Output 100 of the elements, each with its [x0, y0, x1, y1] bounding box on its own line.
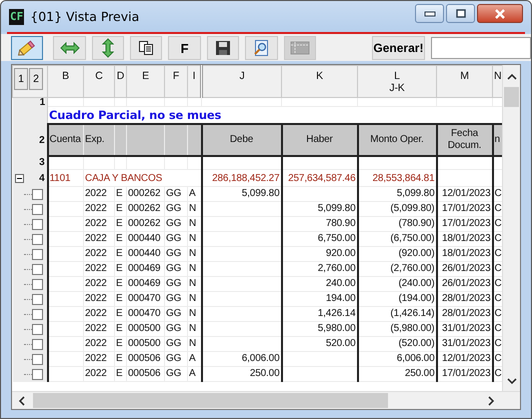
column-header: B: [48, 66, 84, 98]
document-search-icon: [252, 39, 270, 57]
table-cell: 6,750.00: [282, 232, 358, 246]
table-cell: 17/01/2023: [436, 202, 492, 216]
table-cell: 6,006.00: [358, 352, 436, 366]
row-number: 2: [39, 134, 44, 146]
table-cell: N: [188, 216, 202, 232]
table-cell: 2022: [84, 322, 114, 336]
format-button[interactable]: F: [168, 36, 201, 60]
table-cell: 26/01/2023: [436, 262, 492, 276]
table-cell: (920.00): [358, 246, 436, 262]
table-cell: 5,980.00: [282, 322, 358, 336]
table-cell: E: [114, 366, 126, 382]
outline-level-button[interactable]: 2: [29, 68, 43, 90]
row-checkbox[interactable]: [32, 308, 42, 320]
vertical-scrollbar[interactable]: [502, 65, 520, 391]
table-cell: 000262: [126, 216, 164, 232]
table-cell: 28/01/2023: [436, 292, 492, 306]
app-icon: CF: [9, 8, 24, 24]
table-cell: 12/01/2023: [436, 186, 492, 202]
row-checkbox[interactable]: [32, 218, 42, 230]
table-cell: 17/01/2023: [436, 366, 492, 382]
table-cell: 240.00: [282, 276, 358, 292]
table-cell: 000470: [126, 292, 164, 306]
table-cell: 000440: [126, 232, 164, 246]
outline-level-button[interactable]: 1: [14, 68, 28, 90]
table-cell: GG: [164, 352, 188, 366]
table-cell: 000469: [126, 276, 164, 292]
scroll-thumb[interactable]: [504, 87, 519, 107]
row-checkbox[interactable]: [32, 264, 42, 274]
maximize-button[interactable]: [446, 4, 475, 23]
input-field[interactable]: [431, 37, 531, 59]
column-header: M: [436, 66, 492, 98]
table-cell: 5,099.80: [282, 202, 358, 216]
minimize-button[interactable]: [415, 4, 444, 23]
table-cell: (520.00): [358, 336, 436, 352]
table-cell: 26/01/2023: [436, 276, 492, 292]
generate-button[interactable]: Generar!: [372, 36, 425, 60]
table-cell: 000500: [126, 322, 164, 336]
maximize-icon: [456, 9, 466, 18]
column-header: C: [84, 66, 114, 98]
table-cell: (5,980.00): [358, 322, 436, 336]
table-cell: 17/01/2023: [436, 216, 492, 232]
collapse-icon[interactable]: [14, 174, 24, 182]
toolbar-button[interactable]: [206, 36, 240, 60]
table-cell: E: [114, 186, 126, 202]
table-cell: 250.00: [202, 366, 282, 382]
table-cell: 5,099.80: [358, 186, 436, 202]
row-checkbox[interactable]: [32, 338, 42, 350]
row-checkbox[interactable]: [32, 204, 42, 214]
table-cell: 2022: [84, 216, 114, 232]
scroll-thumb[interactable]: [33, 393, 388, 408]
table-cell: 28/01/2023: [436, 306, 492, 322]
table-cell: 2022: [84, 292, 114, 306]
table-cell: 2022: [84, 262, 114, 276]
row-checkbox[interactable]: [32, 248, 42, 260]
header-cell: Exp.: [84, 124, 114, 156]
row-checkbox[interactable]: [32, 324, 42, 334]
table-cell: E: [114, 246, 126, 262]
close-icon: [494, 8, 506, 18]
table-cell: 31/01/2023: [436, 336, 492, 352]
toolbar-button[interactable]: [130, 36, 162, 60]
row-number: 1: [40, 98, 45, 106]
column-header: K: [282, 66, 358, 98]
table-cell: 2022: [84, 366, 114, 382]
horizontal-arrows-icon: [60, 42, 80, 54]
column-header: D: [114, 66, 126, 98]
table-cell: 000506: [126, 352, 164, 366]
table-cell: N: [188, 246, 202, 262]
table-cell: E: [114, 262, 126, 276]
close-button[interactable]: [477, 4, 523, 23]
table-cell: E: [114, 232, 126, 246]
table-cell: 2022: [84, 202, 114, 216]
row-checkbox[interactable]: [32, 354, 42, 364]
row-checkbox[interactable]: [32, 234, 42, 244]
table-cell: 520.00: [282, 336, 358, 352]
table-cell: 250.00: [358, 366, 436, 382]
table-cell: 2022: [84, 276, 114, 292]
row-checkbox[interactable]: [32, 294, 42, 304]
scroll-right-icon: [488, 396, 495, 406]
table-cell: 2022: [84, 336, 114, 352]
table-cell: E: [114, 202, 126, 216]
table-cell: 28,553,864.81: [358, 170, 436, 186]
row-checkbox[interactable]: [32, 278, 42, 290]
scroll-down-icon: [506, 378, 516, 385]
horizontal-scrollbar[interactable]: [12, 391, 520, 409]
report-title: Cuadro Parcial, no se mues: [49, 108, 222, 122]
table-cell: GG: [164, 202, 188, 216]
table-cell: GG: [164, 366, 188, 382]
row-checkbox[interactable]: [32, 188, 42, 200]
table-cell: A: [188, 186, 202, 202]
row-checkbox[interactable]: [32, 368, 42, 380]
table-cell: 2,760.00: [282, 262, 358, 276]
column-header: L J-K: [358, 66, 436, 98]
table-cell: 194.00: [282, 292, 358, 306]
table-cell: E: [114, 292, 126, 306]
table-cell: E: [114, 216, 126, 232]
vertical-arrows-icon: [102, 38, 114, 58]
row-number: 3: [39, 157, 44, 168]
table-cell: GG: [164, 186, 188, 202]
